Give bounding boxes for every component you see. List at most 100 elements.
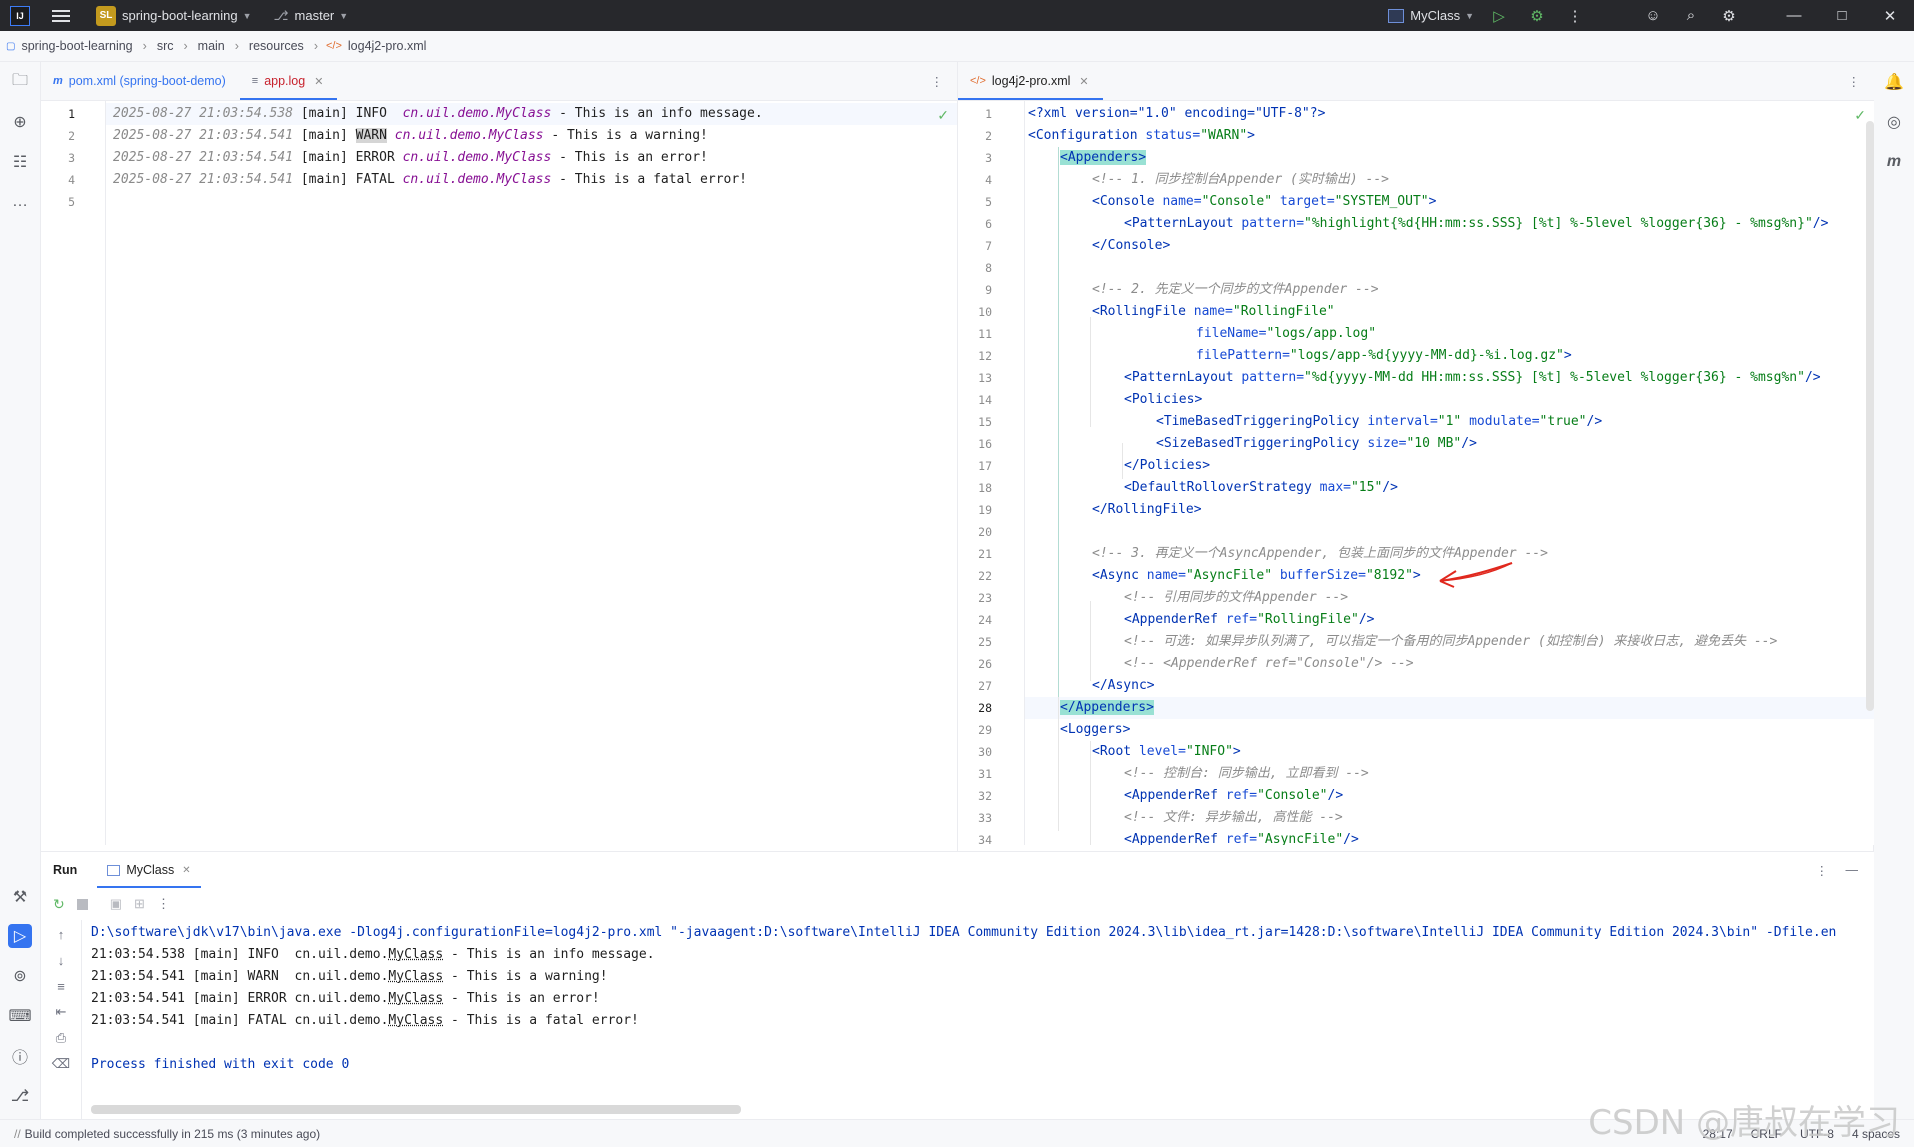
breadcrumb-resources[interactable]: resources <box>243 39 310 53</box>
trash-icon[interactable]: ⌫ <box>49 1052 73 1076</box>
tab-app-log[interactable]: ≡ app.log ✕ <box>239 62 338 100</box>
xml-comment: <!-- 可选: 如果异步队列满了, 可以指定一个备用的同步Appender (… <box>1124 634 1778 649</box>
main-menu-icon[interactable] <box>52 9 70 22</box>
left-tool-strip: 🗀 ⊕ ☷ … ⚒ ▷ ⊚ ⌨ ⓘ ⎇ <box>0 62 41 1126</box>
tab-pom-xml[interactable]: m pom.xml (spring-boot-demo) <box>41 62 240 100</box>
search-icon[interactable]: ⌕ <box>1672 7 1710 24</box>
git-icon[interactable]: ⎇ <box>8 1084 32 1108</box>
line-number: 6 <box>985 217 992 231</box>
services-icon[interactable]: ⊚ <box>8 964 32 988</box>
up-arrow-icon[interactable]: ↑ <box>49 922 73 946</box>
intellij-logo-icon[interactable]: IJ <box>10 5 30 26</box>
line-number: 11 <box>978 327 992 341</box>
xml-tag-end: /> <box>1804 370 1821 385</box>
console-text: 21:03:54.538 [main] INFO cn.uil.demo. <box>91 947 389 962</box>
close-icon[interactable]: ✕ <box>1866 7 1914 25</box>
rerun-icon[interactable]: ↻ <box>53 896 65 913</box>
log-class: cn.uil.demo.MyClass <box>402 106 552 121</box>
breadcrumb-file[interactable]: log4j2-pro.xml <box>342 39 433 53</box>
minimize-icon[interactable]: — <box>1770 7 1818 24</box>
xml-comment: <!-- 控制台: 同步输出, 立即看到 --> <box>1124 766 1369 781</box>
xml-tag-end: /> <box>1327 788 1344 803</box>
more-tools-icon[interactable]: … <box>8 190 32 214</box>
breadcrumb-main[interactable]: main <box>192 39 231 53</box>
right-tool-strip: 🔔 ◎ m <box>1873 62 1914 1126</box>
line-number: 4 <box>68 173 75 187</box>
text-file-icon: ≡ <box>251 75 259 87</box>
breadcrumb-src[interactable]: src <box>151 39 180 53</box>
terminal-icon[interactable]: ⌨ <box>8 1004 32 1028</box>
console-output[interactable]: D:\software\jdk\v17\bin\java.exe -Dlog4j… <box>91 922 1874 1112</box>
build-icon[interactable]: ⚒ <box>8 885 32 909</box>
more-actions-icon[interactable]: ⋮ <box>931 74 944 89</box>
commit-icon[interactable]: ⊕ <box>8 110 32 134</box>
log-class: cn.uil.demo.MyClass <box>402 150 552 165</box>
down-arrow-icon[interactable]: ↓ <box>49 948 73 972</box>
xml-attr: size= <box>1359 436 1407 451</box>
scroll-to-end-icon[interactable]: ⇤ <box>49 1000 73 1024</box>
line-number: 23 <box>978 591 992 605</box>
maven-file-icon: m <box>53 75 63 87</box>
vcs-branch-widget[interactable]: ⎇ master ▼ <box>268 0 355 31</box>
tab-label: pom.xml (spring-boot-demo) <box>68 74 226 88</box>
log-message: - This is a warning! <box>543 128 708 143</box>
build-status-message[interactable]: Build completed successfully in 215 ms (… <box>25 1127 320 1141</box>
stop-icon[interactable] <box>76 898 88 910</box>
xml-tag: <Policies> <box>1124 392 1203 407</box>
csdn-watermark: CSDN @唐叔在学习 <box>1588 1103 1900 1143</box>
more-actions-icon[interactable]: ⋮ <box>1848 74 1861 89</box>
run-tab-myclass[interactable]: MyClass ✕ <box>97 852 201 888</box>
maven-icon[interactable]: m <box>1882 150 1906 174</box>
restore-layout-icon[interactable]: ⊞ <box>134 896 145 912</box>
xml-tag-end: > <box>1247 128 1255 143</box>
close-icon[interactable]: ✕ <box>314 75 323 88</box>
debug-icon[interactable]: ⚙ <box>1518 7 1556 25</box>
camera-icon[interactable]: ▣ <box>110 896 122 912</box>
structure-icon[interactable]: ☷ <box>8 150 32 174</box>
close-icon[interactable]: ✕ <box>1079 75 1088 88</box>
log-editor[interactable]: 1 2 3 4 5 2025-08-27 21:03:54.538 [main] INF… <box>41 101 957 845</box>
ai-assistant-icon[interactable]: ◎ <box>1882 110 1906 134</box>
more-actions-icon[interactable]: ⋮ <box>157 896 170 912</box>
xml-tag-end: /> <box>1461 436 1477 451</box>
add-user-icon[interactable]: ☺ <box>1634 7 1672 24</box>
notifications-icon[interactable]: 🔔 <box>1882 70 1906 94</box>
more-actions-icon[interactable]: ⋮ <box>1556 7 1594 25</box>
maximize-icon[interactable]: □ <box>1818 7 1866 24</box>
hide-panel-icon[interactable]: — <box>1846 863 1859 877</box>
console-class-link[interactable]: MyClass <box>388 947 443 962</box>
log-line: 2025-08-27 21:03:54.541 [main] FATAL cn.… <box>113 169 957 191</box>
vertical-scrollbar[interactable] <box>1866 121 1874 711</box>
chevron-right-icon: › <box>234 39 239 53</box>
tab-log4j2-pro-xml[interactable]: </> log4j2-pro.xml ✕ <box>958 62 1103 100</box>
xml-tag: <RollingFile <box>1092 304 1186 319</box>
console-class-link[interactable]: MyClass <box>388 991 443 1006</box>
run-config-selector[interactable]: MyClass ▼ <box>1382 0 1480 31</box>
xml-tag: </Policies> <box>1124 458 1211 473</box>
xml-tag: </RollingFile> <box>1092 502 1202 517</box>
more-actions-icon[interactable]: ⋮ <box>1816 863 1829 878</box>
application-icon <box>1388 8 1405 23</box>
line-number: 5 <box>985 195 992 209</box>
breadcrumb-project[interactable]: spring-boot-learning <box>15 39 138 53</box>
project-folder-icon[interactable]: 🗀 <box>8 70 32 94</box>
console-class-link[interactable]: MyClass <box>388 969 443 984</box>
console-class-link[interactable]: MyClass <box>388 1013 443 1028</box>
settings-icon[interactable]: ⚙ <box>1710 7 1748 25</box>
problems-icon[interactable]: ⓘ <box>8 1044 32 1068</box>
log-message: - This is an error! <box>551 150 708 165</box>
close-icon[interactable]: ✕ <box>182 865 190 876</box>
line-number: 3 <box>68 151 75 165</box>
project-switcher[interactable]: SL spring-boot-learning ▼ <box>90 0 258 31</box>
run-tool-icon[interactable]: ▷ <box>8 924 32 948</box>
print-icon[interactable]: ⎙ <box>49 1026 73 1050</box>
line-number: 10 <box>978 305 992 319</box>
xml-attr: fileName= <box>1196 326 1267 341</box>
horizontal-scrollbar[interactable] <box>91 1105 741 1114</box>
soft-wrap-icon[interactable]: ≡ <box>49 974 73 998</box>
xml-editor[interactable]: 1 2 3 4 5 6 7 8 9 10 11 12 13 14 15 16 17 18 19 20 21 22 23 24 2… <box>958 101 1874 845</box>
console-text: 21:03:54.541 [main] WARN cn.uil.demo. <box>91 969 389 984</box>
status-prefix: // <box>14 1126 21 1141</box>
run-icon[interactable]: ▷ <box>1480 7 1518 25</box>
console-line: 21:03:54.541 [main] FATAL cn.uil.demo.My… <box>91 1010 1874 1032</box>
